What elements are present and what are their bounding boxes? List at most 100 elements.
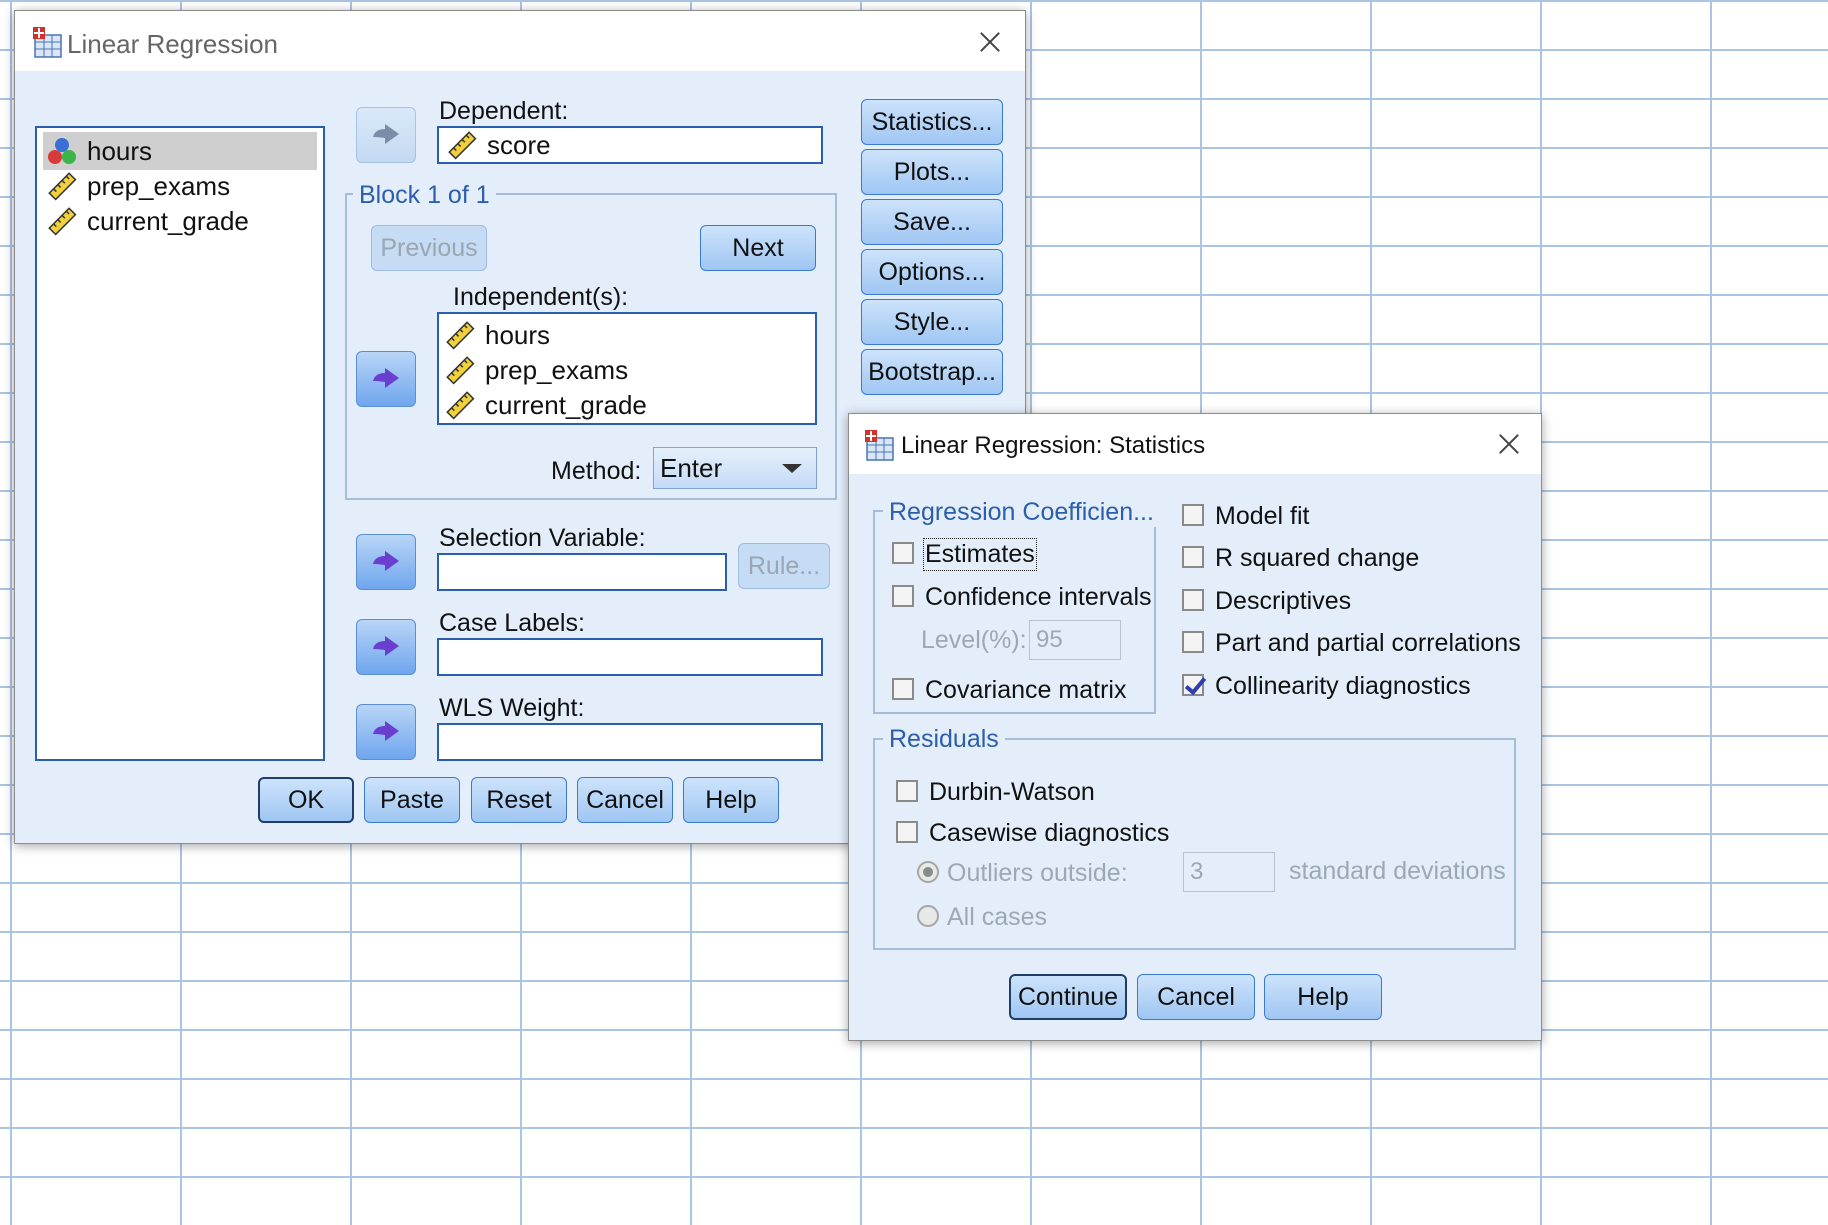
independents-label: Independent(s):: [453, 283, 629, 311]
outliers-outside-radio[interactable]: [917, 861, 939, 883]
arrow-right-icon: [373, 636, 399, 656]
level-field[interactable]: 95: [1029, 620, 1121, 660]
descriptives-label[interactable]: Descriptives: [1215, 587, 1351, 616]
help-button[interactable]: Help: [683, 777, 779, 823]
block-label: Block 1 of 1: [353, 181, 496, 210]
ok-button[interactable]: OK: [258, 777, 354, 823]
covariance-matrix-checkbox[interactable]: [892, 678, 914, 700]
close-icon[interactable]: [1494, 429, 1524, 459]
next-button[interactable]: Next: [700, 225, 816, 271]
regression-coefficients-label: Regression Coefficien...: [883, 498, 1160, 527]
wls-weight-field[interactable]: [437, 723, 823, 761]
standard-deviations-label: standard deviations: [1289, 857, 1506, 885]
dialog-title: Linear Regression: [67, 29, 279, 59]
confidence-intervals-label[interactable]: Confidence intervals: [925, 583, 1152, 612]
move-to-wls-button[interactable]: [356, 704, 416, 760]
dependent-label: Dependent:: [439, 97, 569, 125]
independents-list[interactable]: hours prep_exams current_grade: [437, 312, 817, 425]
durbin-watson-checkbox[interactable]: [896, 780, 918, 802]
list-item[interactable]: prep_exams: [441, 351, 809, 389]
independent-label: hours: [485, 319, 551, 350]
scale-ruler-icon: [48, 172, 77, 201]
scale-ruler-icon: [48, 207, 77, 236]
dependent-field[interactable]: score: [437, 126, 823, 164]
dependent-value: score: [487, 129, 551, 160]
descriptives-checkbox[interactable]: [1182, 589, 1204, 611]
plots-button[interactable]: Plots...: [861, 149, 1003, 195]
collinearity-diagnostics-label[interactable]: Collinearity diagnostics: [1215, 672, 1471, 701]
continue-button[interactable]: Continue: [1009, 974, 1127, 1020]
casewise-diagnostics-label[interactable]: Casewise diagnostics: [929, 819, 1169, 848]
arrow-right-icon: [373, 368, 399, 388]
help-button[interactable]: Help: [1264, 974, 1382, 1020]
independent-label: prep_exams: [485, 354, 629, 385]
r-squared-change-label[interactable]: R squared change: [1215, 544, 1419, 573]
case-labels-field[interactable]: [437, 638, 823, 676]
covariance-matrix-label[interactable]: Covariance matrix: [925, 676, 1126, 705]
scale-ruler-icon: [446, 321, 475, 350]
case-labels-label: Case Labels:: [439, 609, 585, 637]
durbin-watson-label[interactable]: Durbin-Watson: [929, 778, 1095, 807]
all-cases-radio[interactable]: [917, 905, 939, 927]
collinearity-diagnostics-checkbox[interactable]: [1182, 674, 1204, 696]
variable-label: prep_exams: [87, 170, 231, 201]
title-bar[interactable]: Linear Regression: Statistics: [849, 414, 1541, 474]
selection-variable-field[interactable]: [437, 553, 727, 591]
move-to-independents-button[interactable]: [356, 351, 416, 407]
arrow-right-icon: [373, 721, 399, 741]
options-button[interactable]: Options...: [861, 249, 1003, 295]
all-cases-label[interactable]: All cases: [947, 903, 1047, 932]
estimates-checkbox[interactable]: [892, 542, 914, 564]
move-to-dependent-button[interactable]: [356, 107, 416, 163]
bootstrap-button[interactable]: Bootstrap...: [861, 349, 1003, 395]
outliers-outside-label[interactable]: Outliers outside:: [947, 859, 1128, 888]
independent-label: current_grade: [485, 389, 647, 420]
variable-item-hours[interactable]: hours: [43, 132, 317, 170]
confidence-intervals-checkbox[interactable]: [892, 585, 914, 607]
wls-weight-label: WLS Weight:: [439, 694, 585, 722]
spss-app-icon: [33, 27, 62, 58]
move-to-case-labels-button[interactable]: [356, 619, 416, 675]
variable-label: current_grade: [87, 205, 249, 236]
model-fit-checkbox[interactable]: [1182, 504, 1204, 526]
title-bar[interactable]: Linear Regression: [15, 11, 1025, 71]
style-button[interactable]: Style...: [861, 299, 1003, 345]
paste-button[interactable]: Paste: [364, 777, 460, 823]
list-item[interactable]: hours: [441, 316, 809, 354]
level-label: Level(%):: [921, 626, 1027, 654]
outliers-value-field[interactable]: 3: [1183, 852, 1275, 892]
arrow-right-icon: [373, 551, 399, 571]
model-fit-label[interactable]: Model fit: [1215, 502, 1309, 531]
scale-ruler-icon: [448, 131, 477, 160]
rule-button[interactable]: Rule...: [738, 543, 830, 589]
part-partial-correlations-checkbox[interactable]: [1182, 631, 1204, 653]
cancel-button[interactable]: Cancel: [577, 777, 673, 823]
save-button[interactable]: Save...: [861, 199, 1003, 245]
variable-item-current-grade[interactable]: current_grade: [43, 202, 317, 240]
cancel-button[interactable]: Cancel: [1137, 974, 1255, 1020]
estimates-label[interactable]: Estimates: [923, 538, 1037, 571]
method-label: Method:: [551, 457, 642, 485]
source-variable-list[interactable]: hours prep_exams current_grade: [35, 126, 325, 761]
method-dropdown[interactable]: Enter: [653, 447, 817, 489]
move-to-selection-button[interactable]: [356, 534, 416, 590]
spss-app-icon: [865, 430, 894, 461]
previous-button[interactable]: Previous: [371, 225, 487, 271]
method-value: Enter: [660, 452, 723, 483]
scale-ruler-icon: [446, 391, 475, 420]
statistics-button[interactable]: Statistics...: [861, 99, 1003, 145]
variable-item-prep-exams[interactable]: prep_exams: [43, 167, 317, 205]
variable-label: hours: [87, 135, 153, 166]
dialog-title: Linear Regression: Statistics: [901, 432, 1206, 459]
r-squared-change-checkbox[interactable]: [1182, 546, 1204, 568]
residuals-label: Residuals: [883, 725, 1005, 754]
arrow-right-icon: [373, 124, 399, 144]
part-partial-correlations-label[interactable]: Part and partial correlations: [1215, 629, 1521, 658]
casewise-diagnostics-checkbox[interactable]: [896, 821, 918, 843]
nominal-icon: [48, 138, 76, 164]
close-icon[interactable]: [975, 27, 1005, 57]
statistics-dialog: Linear Regression: Statistics Regression…: [848, 413, 1542, 1041]
chevron-down-icon: [782, 464, 802, 473]
list-item[interactable]: current_grade: [441, 386, 809, 424]
reset-button[interactable]: Reset: [471, 777, 567, 823]
